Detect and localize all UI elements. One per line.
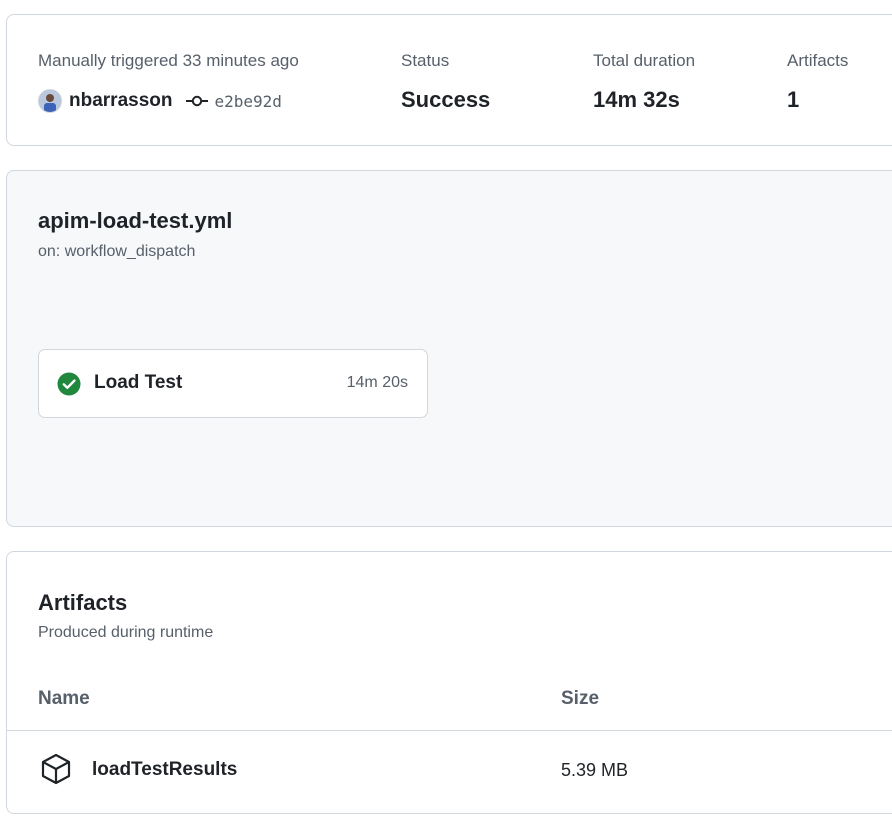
trigger-text: Manually triggered 33 minutes ago xyxy=(38,51,299,70)
column-header-name: Name xyxy=(38,688,90,709)
workflow-graph-card: apim-load-test.yml on: workflow_dispatch… xyxy=(6,170,892,527)
check-circle-fill-icon xyxy=(57,372,81,396)
actor-name-link[interactable]: nbarrasson xyxy=(69,90,172,112)
total-duration-value: 14m 32s xyxy=(593,87,680,112)
git-commit-icon xyxy=(186,95,209,107)
table-row: loadTestResults 5.39 MB xyxy=(7,731,892,815)
package-icon xyxy=(41,753,71,785)
column-header-size: Size xyxy=(561,688,600,709)
artifact-size: 5.39 MB xyxy=(561,760,629,780)
job-name: Load Test xyxy=(94,372,183,393)
total-duration-label: Total duration xyxy=(593,51,696,70)
actor-row: nbarrasson e2be92d xyxy=(38,87,282,115)
workflow-trigger: on: workflow_dispatch xyxy=(38,243,196,260)
avatar-image xyxy=(39,90,61,112)
status-label: Status xyxy=(401,51,450,70)
artifacts-count-label: Artifacts xyxy=(787,51,849,70)
artifacts-count-value: 1 xyxy=(787,87,800,112)
run-summary-card: Manually triggered 33 minutes ago nbarra… xyxy=(6,14,892,146)
status-value: Success xyxy=(401,87,491,112)
job-duration: 14m 20s xyxy=(346,374,408,391)
artifact-download-link[interactable]: loadTestResults xyxy=(92,759,237,781)
artifacts-subtitle: Produced during runtime xyxy=(38,624,214,641)
artifacts-heading: Artifacts xyxy=(38,590,128,615)
workflow-file-name: apim-load-test.yml xyxy=(38,208,233,233)
artifacts-card: Artifacts Produced during runtime Name S… xyxy=(6,551,892,814)
commit-sha-link[interactable]: e2be92d xyxy=(214,92,281,111)
job-card-load-test[interactable]: Load Test 14m 20s xyxy=(38,349,428,418)
actor-avatar[interactable] xyxy=(38,89,62,113)
